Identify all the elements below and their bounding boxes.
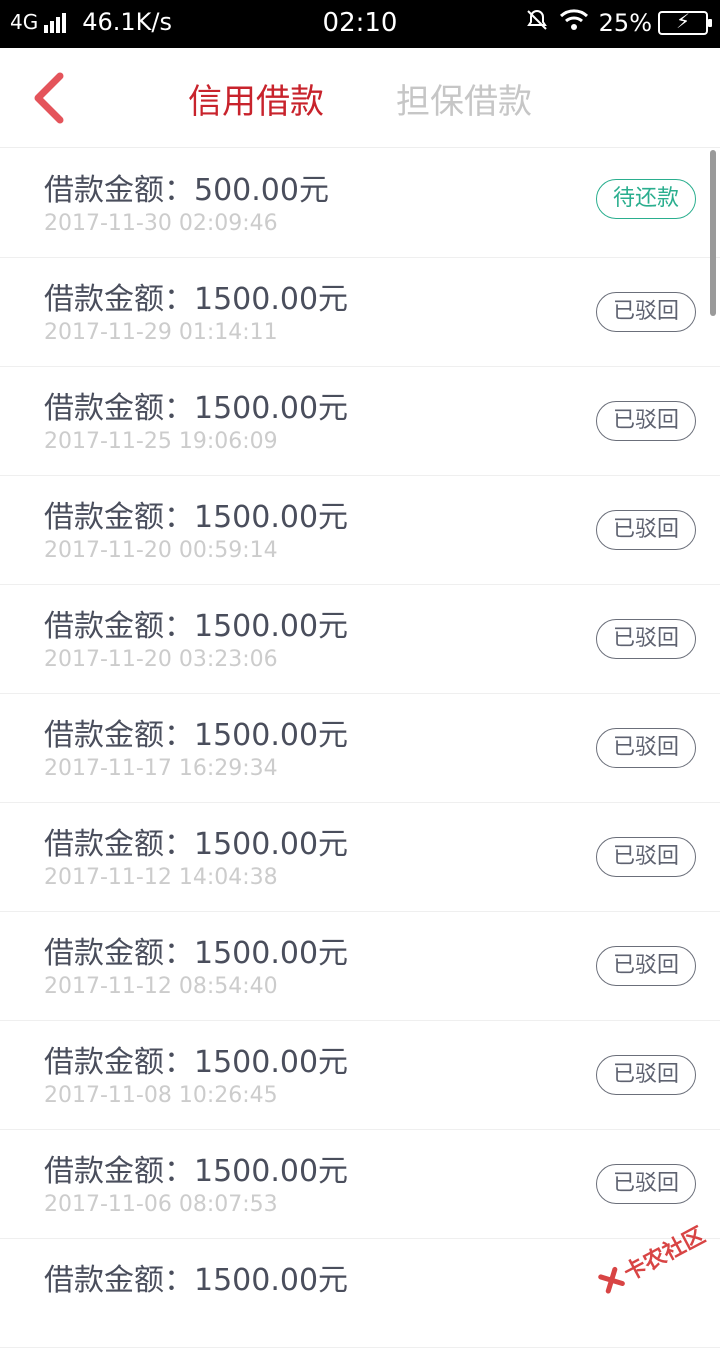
back-button[interactable] (30, 72, 70, 124)
header: 信用借款 担保借款 (0, 48, 720, 148)
chevron-left-icon (30, 72, 70, 124)
loan-amount: 借款金额：1500.00元 (44, 601, 348, 645)
loan-date: 2017-11-29 01:14:11 (44, 320, 278, 345)
list-item[interactable]: 借款金额：1500.00元 2017-11-29 01:14:11 已驳回 (0, 258, 720, 367)
status-bar: 4G 46.1K/s 02:10 25% ⚡ (0, 0, 720, 48)
tab-guarantee-loan[interactable]: 担保借款 (396, 74, 532, 123)
list-item[interactable]: 借款金额：1500.00元 2017-11-20 00:59:14 已驳回 (0, 476, 720, 585)
status-badge[interactable]: 已驳回 (596, 619, 696, 659)
loan-date: 2017-11-20 00:59:14 (44, 538, 278, 563)
list-item[interactable]: 借款金额：1500.00元 2017-11-17 16:29:34 已驳回 (0, 694, 720, 803)
battery-icon: ⚡ (658, 11, 708, 35)
status-badge[interactable]: 已驳回 (596, 837, 696, 877)
loan-date: 2017-11-08 10:26:45 (44, 1083, 278, 1108)
status-badge[interactable]: 已驳回 (596, 728, 696, 768)
loan-date: 2017-11-06 08:07:53 (44, 1192, 278, 1217)
status-right: 25% ⚡ (525, 8, 708, 38)
battery-percent: 25% (599, 9, 652, 37)
list-item[interactable]: 借款金额：500.00元 2017-11-30 02:09:46 待还款 (0, 149, 720, 258)
loan-amount: 借款金额：1500.00元 (44, 819, 348, 863)
mute-alarm-icon (525, 8, 549, 38)
loan-amount: 借款金额：1500.00元 (44, 928, 348, 972)
loan-amount: 借款金额：1500.00元 (44, 1037, 348, 1081)
loan-amount: 借款金额：1500.00元 (44, 1146, 348, 1190)
loan-amount: 借款金额：500.00元 (44, 165, 329, 209)
wifi-icon (559, 8, 589, 38)
list-item[interactable]: 借款金额：1500.00元 2017-11-20 03:23:06 已驳回 (0, 585, 720, 694)
loan-date: 2017-11-12 08:54:40 (44, 974, 278, 999)
list-item[interactable]: 借款金额：1500.00元 2017-11-12 14:04:38 已驳回 (0, 803, 720, 912)
loan-date: 2017-11-17 16:29:34 (44, 756, 278, 781)
list-item[interactable]: 借款金额：1500.00元 2017-11-25 19:06:09 已驳回 (0, 367, 720, 476)
loan-amount: 借款金额：1500.00元 (44, 1255, 348, 1299)
list-item[interactable]: 借款金额：1500.00元 2017-11-06 08:07:53 已驳回 (0, 1130, 720, 1239)
status-badge[interactable]: 已驳回 (596, 401, 696, 441)
loan-amount: 借款金额：1500.00元 (44, 492, 348, 536)
scrollbar[interactable] (710, 150, 716, 316)
list-item[interactable]: 借款金额：1500.00元 2017-11-12 08:54:40 已驳回 (0, 912, 720, 1021)
status-badge[interactable]: 已驳回 (596, 292, 696, 332)
loan-date: 2017-11-12 14:04:38 (44, 865, 278, 890)
status-badge[interactable]: 已驳回 (596, 510, 696, 550)
loan-amount: 借款金额：1500.00元 (44, 274, 348, 318)
loan-date: 2017-11-25 19:06:09 (44, 429, 278, 454)
loan-amount: 借款金额：1500.00元 (44, 710, 348, 754)
loan-date: 2017-11-30 02:09:46 (44, 211, 278, 236)
loan-list[interactable]: 借款金额：500.00元 2017-11-30 02:09:46 待还款 借款金… (0, 149, 720, 1348)
loan-amount: 借款金额：1500.00元 (44, 383, 348, 427)
status-badge[interactable]: 已驳回 (596, 946, 696, 986)
status-badge[interactable]: 已驳回 (596, 1055, 696, 1095)
status-badge[interactable]: 已驳回 (596, 1164, 696, 1204)
status-badge[interactable]: 待还款 (596, 179, 696, 219)
loan-date: 2017-11-20 03:23:06 (44, 647, 278, 672)
tab-credit-loan[interactable]: 信用借款 (188, 74, 324, 123)
list-item[interactable]: 借款金额：1500.00元 2017-11-08 10:26:45 已驳回 (0, 1021, 720, 1130)
